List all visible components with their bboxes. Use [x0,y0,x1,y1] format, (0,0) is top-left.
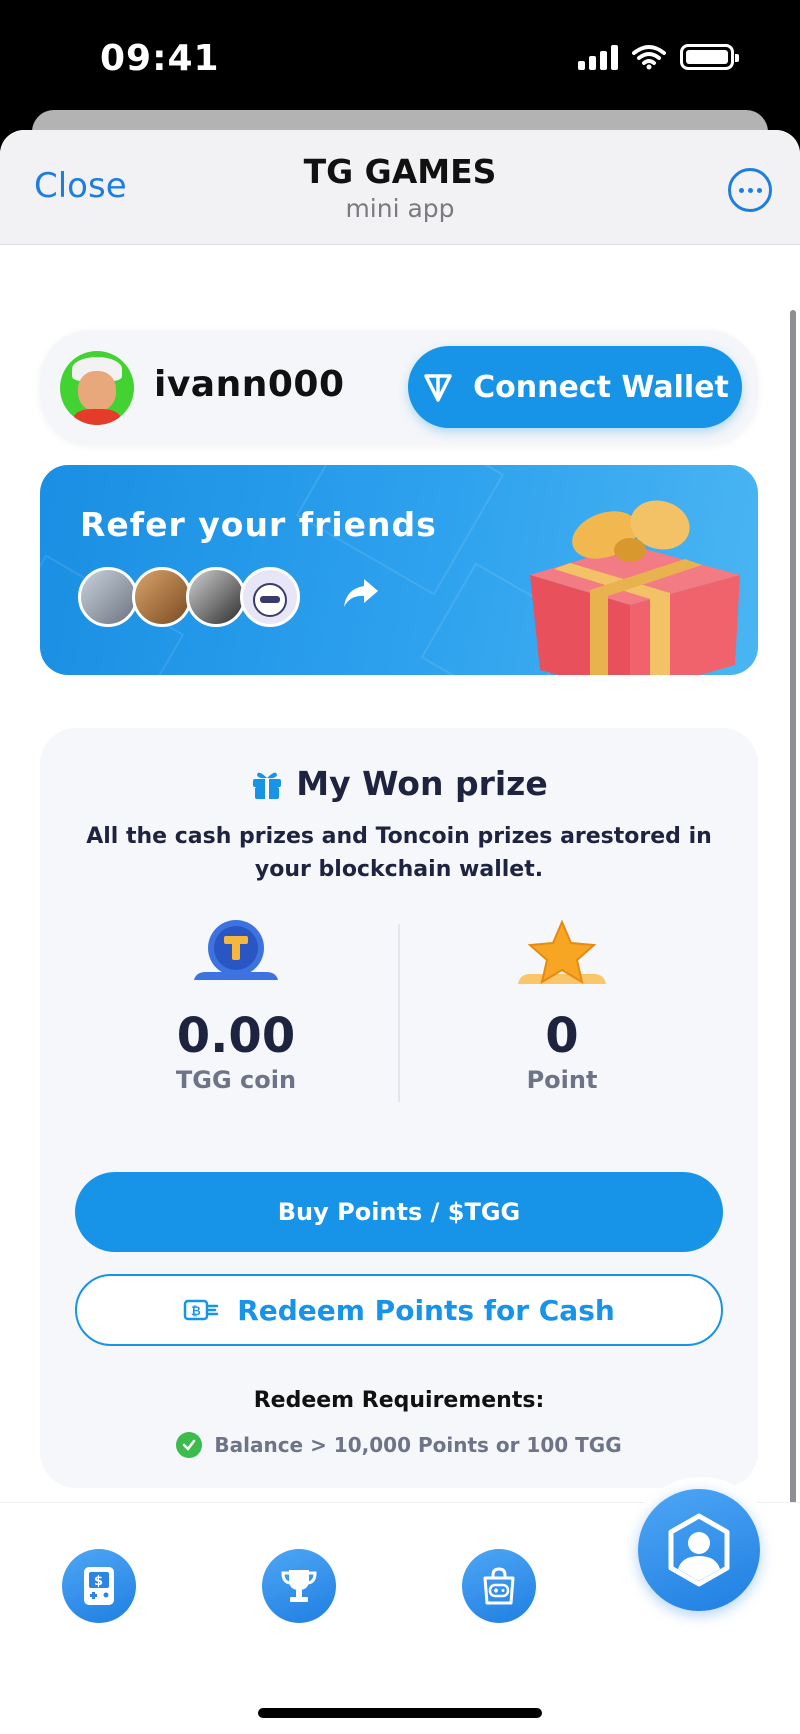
prize-title-row: My Won prize [40,764,758,803]
status-bar: 09:41 [0,0,800,110]
won-prize-card: My Won prize All the cash prizes and Ton… [40,728,758,1488]
scrollbar[interactable] [790,310,796,1510]
username: ivann000 [154,364,345,405]
stat-divider [398,924,400,1102]
buy-points-button[interactable]: Buy Points / $TGG [75,1172,723,1252]
shop-icon [483,1567,515,1605]
more-icon[interactable] [728,168,772,212]
friend-avatar [78,567,138,627]
requirement-item: Balance > 10,000 Points or 100 TGG [40,1432,758,1458]
avatar[interactable] [60,351,134,425]
friend-avatar [132,567,192,627]
redeem-label: Redeem Points for Cash [237,1293,615,1327]
prize-description: All the cash prizes and Toncoin prizes a… [86,824,712,882]
tgg-coin-label: TGG coin [175,1066,297,1094]
game-icon: $ [84,1567,114,1605]
point-label: Point [526,1066,598,1094]
cash-icon: ₿ [183,1299,219,1321]
connect-wallet-label: Connect Wallet [473,369,729,405]
share-arrow-icon[interactable] [340,575,382,611]
tgg-coin-icon [194,920,278,980]
nav-profile[interactable] [638,1489,760,1611]
app-header: Close TG GAMES mini app [0,130,800,245]
app-subtitle: mini app [345,194,455,223]
battery-icon [680,44,739,70]
wifi-icon [632,45,666,70]
tgg-coin-value: 0.00 [176,1008,296,1064]
gift-box-icon [530,500,740,675]
nav-shop[interactable] [462,1549,536,1623]
nav-profile-wrap [626,1477,776,1627]
profile-icon [668,1513,730,1587]
friend-avatar [186,567,246,627]
nav-leaderboard[interactable] [262,1549,336,1623]
check-icon [176,1432,203,1458]
requirements-title: Redeem Requirements: [253,1388,545,1413]
star-icon [518,919,606,985]
home-indicator[interactable] [258,1708,542,1718]
nav-games[interactable]: $ [62,1549,136,1623]
tgg-coin-stat: 0.00 TGG coin [86,918,386,1094]
prize-title: My Won prize [296,764,548,803]
requirement-text: Balance > 10,000 Points or 100 TGG [214,1433,622,1457]
user-card: ivann000 Connect Wallet [40,330,758,444]
app-title: TG GAMES [303,152,497,191]
point-stat: 0 Point [412,918,712,1094]
friend-avatars [78,567,300,627]
refer-friends-banner[interactable]: Refer your friends [40,465,758,675]
status-icons [578,44,739,70]
svg-text:$: $ [94,1574,103,1589]
mini-app-sheet: Close TG GAMES mini app ivann000 Connect… [0,130,800,1734]
bottom-nav: $ [0,1477,800,1734]
friend-avatar [240,567,300,627]
ton-icon [424,374,452,402]
trophy-icon [281,1570,317,1602]
point-value: 0 [545,1008,579,1064]
svg-text:₿: ₿ [191,1304,201,1318]
gift-icon [253,772,282,799]
redeem-points-button[interactable]: ₿ Redeem Points for Cash [75,1274,723,1346]
refer-title: Refer your friends [80,505,437,544]
connect-wallet-button[interactable]: Connect Wallet [408,346,742,428]
status-time: 09:41 [100,38,220,79]
signal-icon [578,44,618,70]
